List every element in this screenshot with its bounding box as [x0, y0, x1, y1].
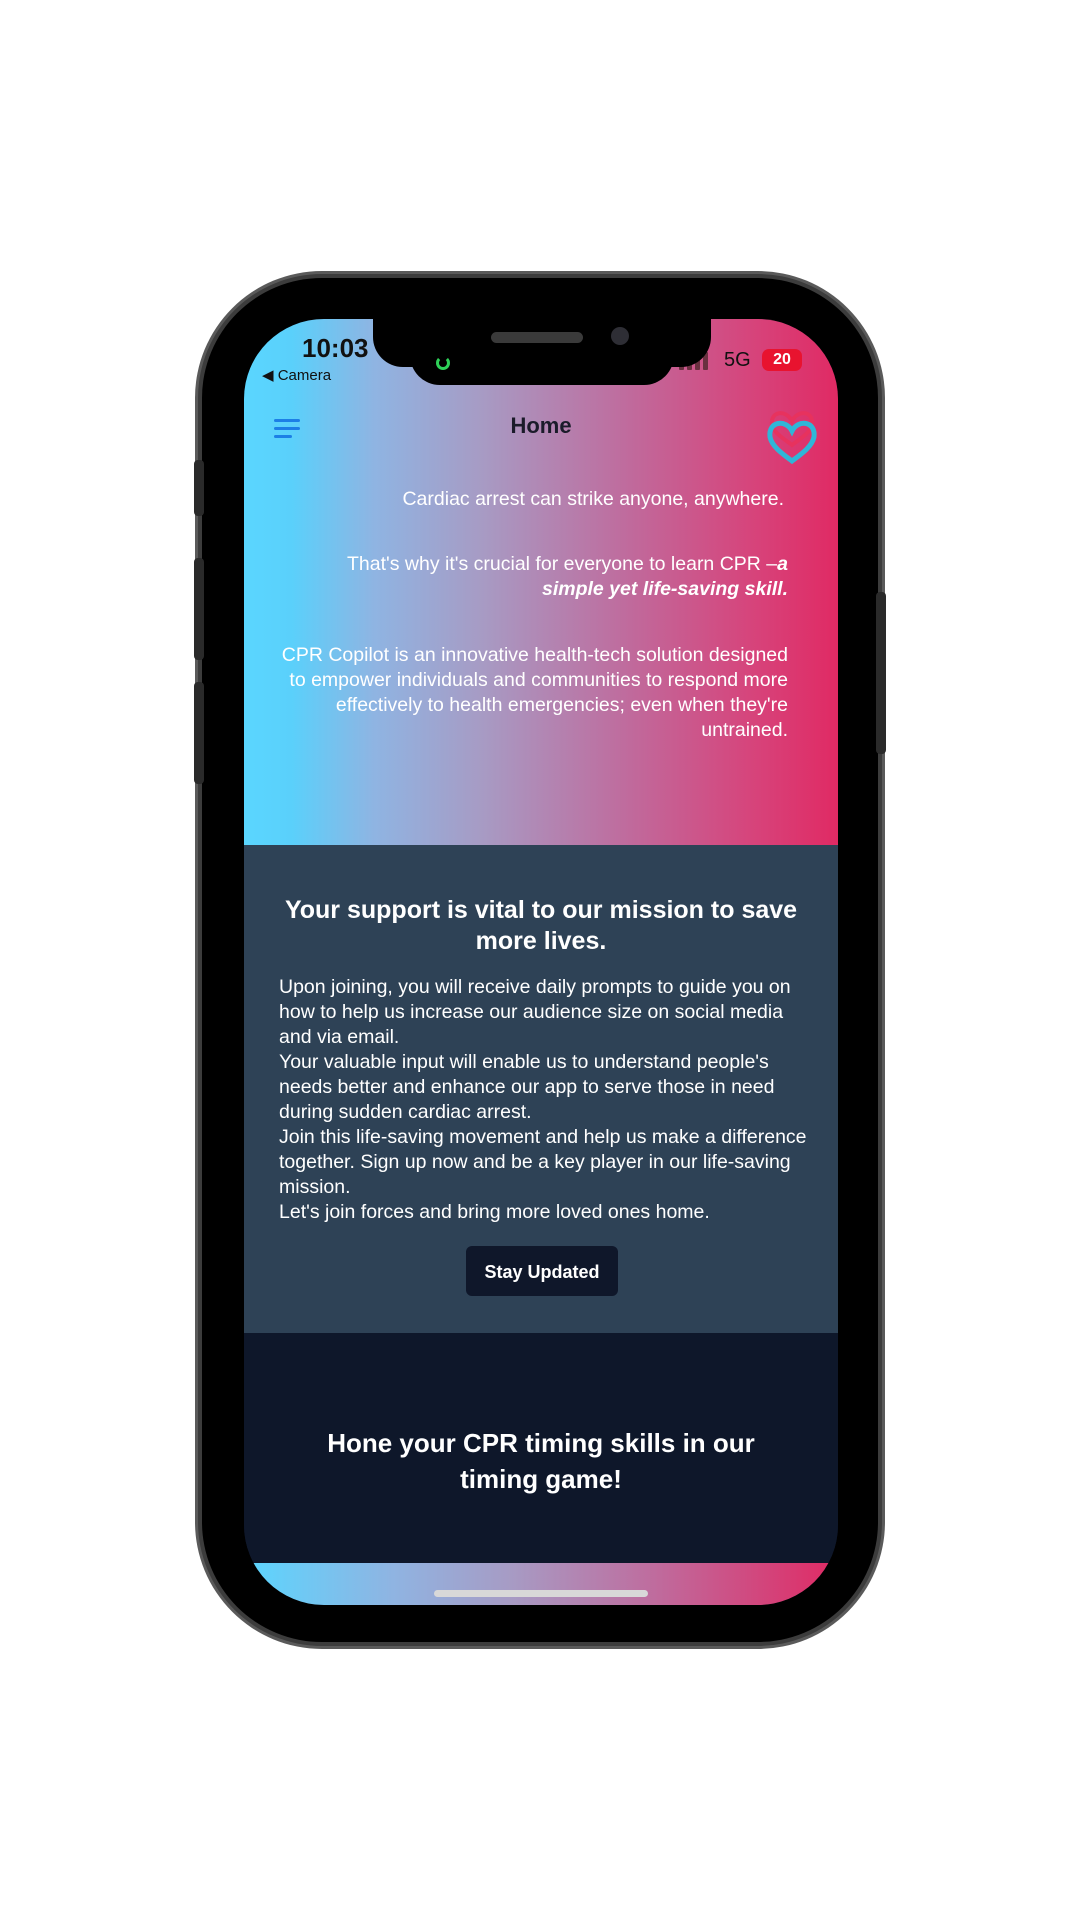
support-paragraph: Upon joining, you will receive daily pro… [279, 976, 791, 1048]
support-paragraph: Join this life-saving movement and help … [279, 1126, 807, 1198]
network-type: 5G [724, 349, 751, 371]
device-notch-lower [410, 319, 674, 385]
front-camera [611, 327, 629, 345]
hero-description: CPR Copilot is an innovative health-tech… [278, 643, 788, 743]
phone-volume-down [194, 682, 204, 784]
bottom-gradient-bar [244, 1563, 838, 1605]
hero-line-2: That's why it's crucial for everyone to … [347, 553, 778, 575]
support-paragraph: Your valuable input will enable us to un… [279, 1051, 775, 1123]
support-paragraph: Let's join forces and bring more loved o… [279, 1201, 710, 1223]
home-indicator[interactable] [434, 1590, 648, 1597]
phone-silent-switch [194, 460, 204, 516]
hero-line-3: CPR Copilot is an innovative health-tech… [281, 644, 788, 741]
hero-intro-text: Cardiac arrest can strike anyone, anywhe… [284, 487, 784, 512]
hero-cpr-text: That's why it's crucial for everyone to … [288, 552, 788, 602]
phone-power-button [876, 592, 886, 754]
earpiece-speaker [491, 332, 583, 343]
timing-game-section: Hone your CPR timing skills in our timin… [244, 1333, 838, 1563]
battery-level: 20 [773, 351, 791, 368]
back-to-camera-link[interactable]: ◀ Camera [262, 366, 331, 384]
page-title: Home [510, 413, 572, 438]
stay-updated-button[interactable]: Stay Updated [466, 1246, 618, 1296]
status-time: 10:03 [302, 333, 369, 363]
camera-in-use-indicator [436, 356, 450, 370]
hero-line-1: Cardiac arrest can strike anyone, anywhe… [402, 488, 784, 510]
support-body: Upon joining, you will receive daily pro… [279, 975, 809, 1225]
heart-icon[interactable] [764, 407, 820, 465]
support-title: Your support is vital to our mission to … [284, 896, 798, 955]
phone-volume-up [194, 558, 204, 660]
support-section: Your support is vital to our mission to … [244, 845, 838, 1333]
hero-section: 10:03 ◀ Camera 5G 20 Home Cardiac arrest… [244, 319, 838, 845]
timing-game-title: Hone your CPR timing skills in our timin… [327, 1428, 755, 1494]
app-screen: 10:03 ◀ Camera 5G 20 Home Cardiac arrest… [244, 319, 838, 1605]
battery-icon: 20 [762, 349, 802, 371]
